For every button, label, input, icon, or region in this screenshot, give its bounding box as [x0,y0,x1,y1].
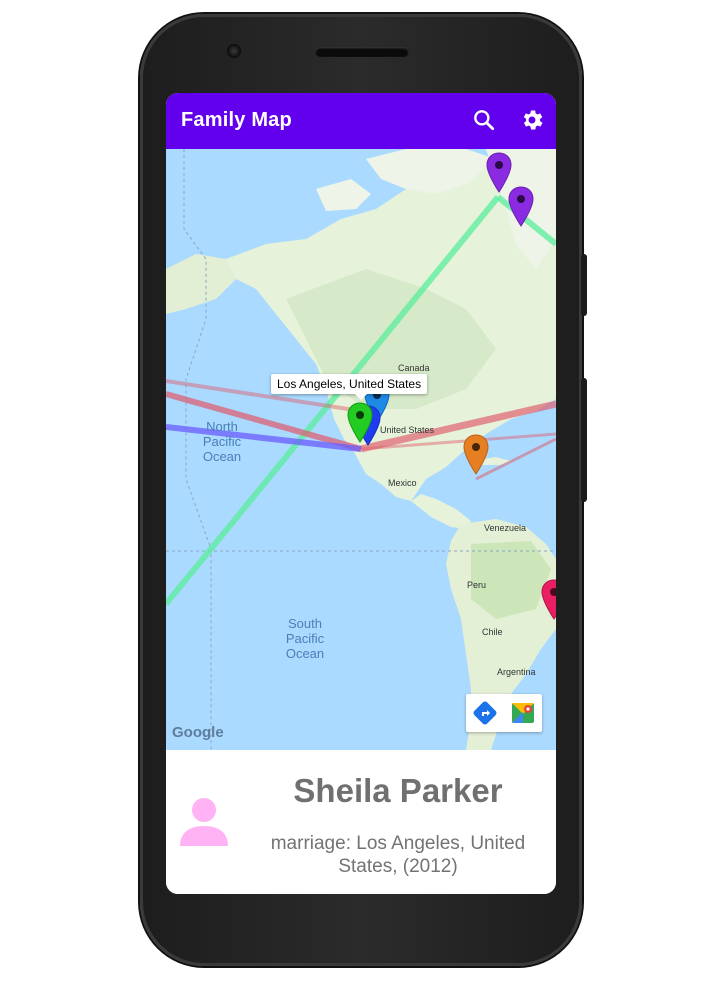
gear-icon[interactable] [519,107,545,133]
marker-info-window[interactable]: Los Angeles, United States [271,374,428,400]
person-name: Sheila Parker [293,772,503,809]
earpiece-speaker [315,47,409,57]
google-map[interactable]: Canada United States Mexico Venezuela Pe… [166,149,556,750]
female-person-icon [180,798,228,846]
map-label-peru: Peru [467,580,487,590]
power-button [581,254,587,316]
app-title: Family Map [181,109,292,131]
google-attribution: Google [172,724,224,741]
map-label-venezuela: Venezuela [484,523,527,533]
front-camera [227,44,241,58]
app-screen: Family Map Canada United States Mexico V… [166,93,556,894]
map-label-united-states: United States [380,425,435,435]
volume-button [581,378,587,502]
map-label-canada: Canada [398,363,430,373]
map-toolbar [466,694,542,732]
map-label-chile: Chile [482,627,503,637]
map-marker-violet-2[interactable] [507,186,535,228]
map-label-mexico: Mexico [388,478,417,488]
google-attribution-text: Google [172,724,224,741]
open-in-maps-icon[interactable] [509,699,537,727]
map-label-argentina: Argentina [497,667,536,677]
search-icon[interactable] [471,107,497,133]
event-details-panel[interactable]: Sheila Parker marriage: Los Angeles, Uni… [166,750,556,894]
directions-icon[interactable] [471,699,499,727]
event-description: marriage: Los Angeles, United States, (2… [270,833,526,877]
arctic-island-2 [316,179,371,211]
central-america [411,494,471,529]
app-bar: Family Map [166,93,556,149]
map-marker-rose[interactable] [540,579,556,621]
alaska [166,254,236,314]
map-marker-orange[interactable] [462,434,490,476]
ocean-label-north-pacific: North Pacific Ocean [202,419,242,464]
ocean-label-south-pacific: South Pacific Ocean [285,616,325,661]
map-marker-green-selected[interactable] [346,402,374,444]
